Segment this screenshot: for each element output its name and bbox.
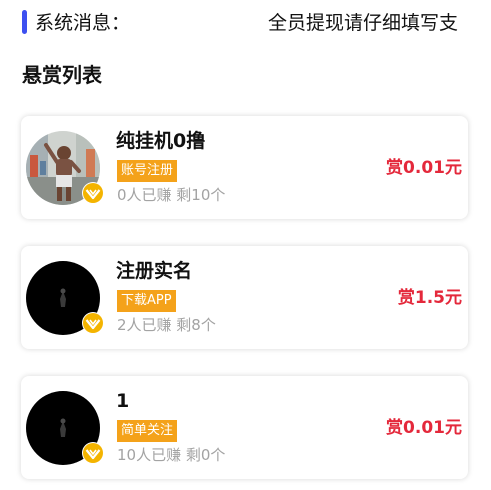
task-card[interactable]: 1 简单关注 10人已赚 剩0个 赏0.01元 (21, 376, 468, 479)
task-stats: 0人已赚 剩10个 (117, 186, 226, 204)
task-page: 系统消息： 全员提现请仔细填写支 悬赏列表 纯挂机0撸 账号注册 0人已赚 剩1… (0, 0, 491, 490)
task-category-tag: 下载APP (117, 290, 176, 312)
task-reward: 赏0.01元 (386, 158, 462, 178)
section-title: 悬赏列表 (22, 63, 102, 87)
task-title: 1 (116, 390, 130, 412)
notice-message: 全员提现请仔细填写支 (268, 12, 459, 34)
verified-badge-icon (82, 312, 104, 334)
task-title: 注册实名 (116, 260, 193, 282)
task-reward: 赏1.5元 (397, 288, 462, 308)
task-card[interactable]: 注册实名 下载APP 2人已赚 剩8个 赏1.5元 (21, 246, 468, 349)
verified-badge-icon (82, 442, 104, 464)
system-notice-bar[interactable]: 系统消息： 全员提现请仔细填写支 (0, 0, 491, 46)
notice-accent-bar (22, 10, 27, 34)
task-stats: 10人已赚 剩0个 (117, 446, 226, 464)
task-stats: 2人已赚 剩8个 (117, 316, 216, 334)
task-reward: 赏0.01元 (386, 418, 462, 438)
notice-label: 系统消息： (35, 12, 131, 34)
verified-badge-icon (82, 182, 104, 204)
task-title: 纯挂机0撸 (116, 130, 206, 152)
task-card[interactable]: 纯挂机0撸 账号注册 0人已赚 剩10个 赏0.01元 (21, 116, 468, 219)
task-category-tag: 账号注册 (117, 160, 178, 182)
task-category-tag: 简单关注 (117, 420, 178, 442)
